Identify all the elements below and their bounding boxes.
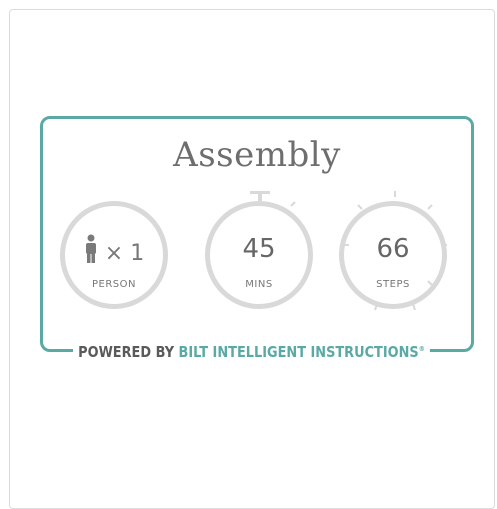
steps-value: 66 (376, 234, 410, 264)
steps-label: STEPS (376, 279, 410, 290)
bilt-brand-text: BILT INTELLIGENT INSTRUCTIONS (178, 343, 419, 361)
registered-mark: ® (418, 345, 425, 353)
powered-by-prefix: POWERED BY (78, 343, 175, 361)
powered-by-footer: POWERED BY BILT INTELLIGENT INSTRUCTIONS… (73, 343, 430, 361)
steps-dial: 66 STEPS (339, 201, 447, 309)
assembly-info-card: Assembly × 1 PERSON 45 MINS 66 STEPS POW… (40, 116, 474, 361)
